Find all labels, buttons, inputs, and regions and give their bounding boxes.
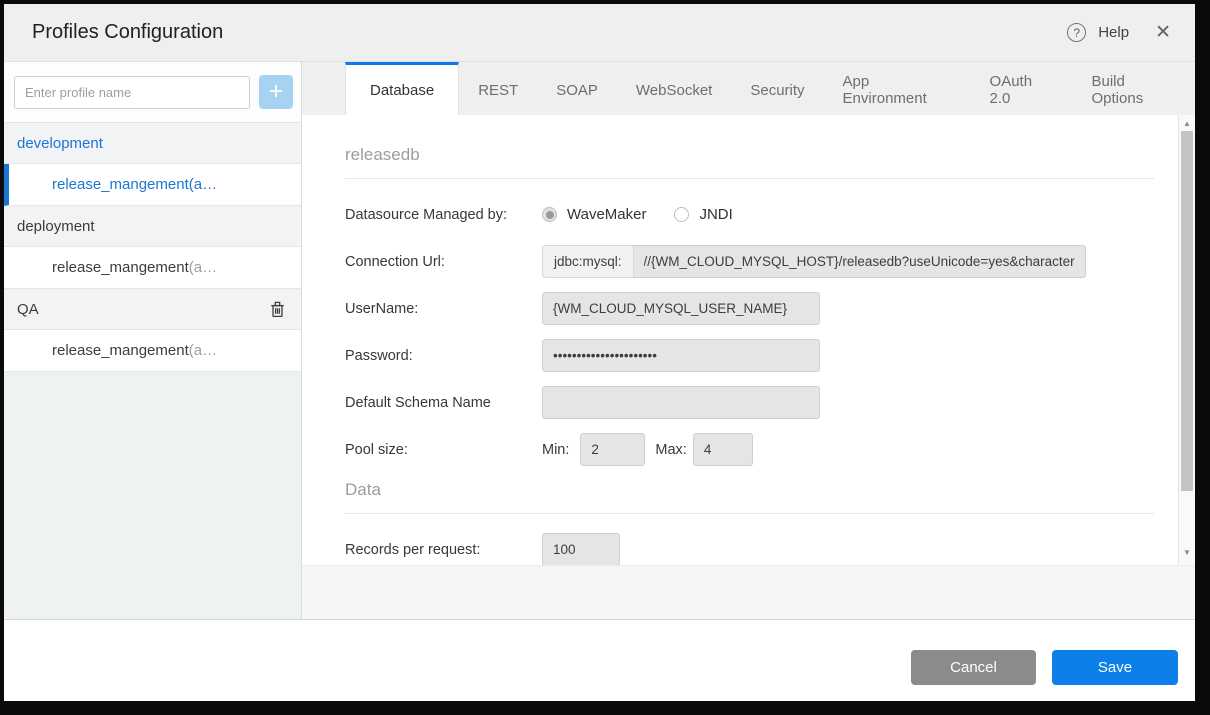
connection-url-prefix: jdbc:mysql: xyxy=(542,245,634,278)
connection-url-row: Connection Url: jdbc:mysql: xyxy=(345,245,1154,278)
section-divider xyxy=(345,178,1154,179)
tab-soap[interactable]: SOAP xyxy=(537,62,617,115)
profiles-sidebar: + development release_mangement (a… depl… xyxy=(4,62,302,619)
schema-label: Default Schema Name xyxy=(345,395,542,411)
sidebar-item-release-mangement-dev[interactable]: release_mangement (a… xyxy=(4,164,301,206)
profiles-configuration-dialog: Profiles Configuration ? Help ✕ + develo… xyxy=(4,4,1195,701)
username-row: UserName: xyxy=(345,292,1154,325)
scrollable-form-area: releasedb Datasource Managed by: WaveMak… xyxy=(302,115,1195,565)
pool-min-label: Min: xyxy=(542,442,569,458)
sidebar-item-release-mangement-deploy[interactable]: release_mangement (a… xyxy=(4,247,301,289)
password-input[interactable] xyxy=(542,339,820,372)
connection-url-input[interactable] xyxy=(634,245,1086,278)
trash-icon[interactable] xyxy=(270,301,285,318)
tab-app-environment[interactable]: App Environment xyxy=(824,62,971,115)
help-link[interactable]: Help xyxy=(1098,24,1129,41)
sidebar-item-release-mangement-qa[interactable]: release_mangement (a… xyxy=(4,330,301,372)
database-form-panel: releasedb Datasource Managed by: WaveMak… xyxy=(302,115,1178,565)
vertical-scrollbar[interactable]: ▲ ▼ xyxy=(1178,115,1195,565)
header-actions: ? Help ✕ xyxy=(1067,21,1171,44)
sidebar-group-deployment[interactable]: deployment xyxy=(4,206,301,247)
wavemaker-radio[interactable] xyxy=(542,207,557,222)
records-input[interactable] xyxy=(542,533,620,565)
profile-name-input[interactable] xyxy=(14,76,250,109)
pool-size-row: Pool size: Min: Max: xyxy=(345,433,1154,466)
tab-bar: Database REST SOAP WebSocket Security Ap… xyxy=(302,62,1195,115)
scrollbar-thumb[interactable] xyxy=(1181,131,1193,491)
password-row: Password: xyxy=(345,339,1154,372)
profile-label-suffix: (a… xyxy=(189,342,217,359)
dialog-body: + development release_mangement (a… depl… xyxy=(4,62,1195,619)
cancel-button[interactable]: Cancel xyxy=(911,650,1036,685)
main-panel: Database REST SOAP WebSocket Security Ap… xyxy=(302,62,1195,619)
profile-label: release_mangement xyxy=(52,176,189,193)
profile-search-row: + xyxy=(4,62,301,122)
schema-input[interactable] xyxy=(542,386,820,419)
profile-label: release_mangement xyxy=(52,259,189,276)
tab-database[interactable]: Database xyxy=(345,62,459,115)
pool-max-label: Max: xyxy=(655,442,686,458)
content-bottom-area xyxy=(302,565,1195,619)
records-label: Records per request: xyxy=(345,542,542,558)
scroll-up-icon[interactable]: ▲ xyxy=(1179,119,1195,128)
pool-max-input[interactable] xyxy=(693,433,753,466)
help-icon[interactable]: ? xyxy=(1067,23,1086,42)
tab-security[interactable]: Security xyxy=(731,62,823,115)
username-label: UserName: xyxy=(345,301,542,317)
section-divider xyxy=(345,513,1154,514)
pool-size-label: Pool size: xyxy=(345,442,542,458)
tab-rest[interactable]: REST xyxy=(459,62,537,115)
sidebar-group-qa[interactable]: QA xyxy=(4,289,301,330)
group-label: deployment xyxy=(17,218,95,235)
dialog-header: Profiles Configuration ? Help ✕ xyxy=(4,4,1195,62)
scroll-down-icon[interactable]: ▼ xyxy=(1179,548,1195,557)
database-form: releasedb Datasource Managed by: WaveMak… xyxy=(302,115,1178,565)
profile-label: release_mangement xyxy=(52,342,189,359)
section-title-data: Data xyxy=(345,480,1154,500)
tab-websocket[interactable]: WebSocket xyxy=(617,62,731,115)
sidebar-empty-area xyxy=(4,372,301,619)
profile-label-suffix: (a… xyxy=(189,259,217,276)
add-profile-button[interactable]: + xyxy=(259,75,293,109)
jndi-radio-label: JNDI xyxy=(699,206,732,223)
profile-label-suffix: (a… xyxy=(189,176,217,193)
profile-list: development release_mangement (a… deploy… xyxy=(4,122,301,372)
save-button[interactable]: Save xyxy=(1052,650,1178,685)
group-label: development xyxy=(17,135,103,152)
datasource-radio-group: WaveMaker JNDI xyxy=(542,206,751,223)
tab-oauth[interactable]: OAuth 2.0 xyxy=(971,62,1073,115)
connection-url-label: Connection Url: xyxy=(345,254,542,270)
datasource-label: Datasource Managed by: xyxy=(345,207,542,223)
schema-row: Default Schema Name xyxy=(345,386,1154,419)
username-input[interactable] xyxy=(542,292,820,325)
tab-content: releasedb Datasource Managed by: WaveMak… xyxy=(302,115,1195,619)
dialog-title: Profiles Configuration xyxy=(32,21,1067,44)
pool-min-input[interactable] xyxy=(580,433,645,466)
tab-build-options[interactable]: Build Options xyxy=(1073,62,1196,115)
datasource-row: Datasource Managed by: WaveMaker JNDI xyxy=(345,198,1154,231)
group-label: QA xyxy=(17,301,39,318)
close-icon[interactable]: ✕ xyxy=(1155,21,1171,44)
password-label: Password: xyxy=(345,348,542,364)
records-per-request-row: Records per request: xyxy=(345,533,1154,565)
section-title-releasedb: releasedb xyxy=(345,145,1154,165)
jndi-radio[interactable] xyxy=(674,207,689,222)
sidebar-group-development[interactable]: development xyxy=(4,123,301,164)
dialog-footer: Cancel Save xyxy=(4,619,1195,701)
wavemaker-radio-label: WaveMaker xyxy=(567,206,646,223)
